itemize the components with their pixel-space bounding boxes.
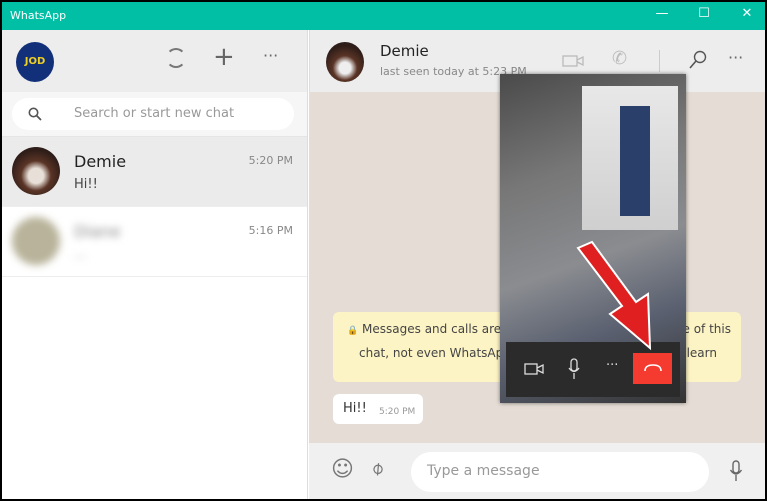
contact-name: Demie <box>380 42 429 60</box>
phone-in-preview <box>620 106 650 216</box>
message-bubble-incoming[interactable]: Hi!! 5:20 PM <box>333 394 423 424</box>
search-icon <box>28 107 42 121</box>
self-view-preview <box>582 86 678 230</box>
video-call-icon[interactable] <box>562 54 584 68</box>
emoji-icon[interactable]: ☺ <box>331 457 354 482</box>
sidebar: JOD + ··· Search or start new chat Demie… <box>2 30 308 499</box>
attach-icon[interactable]: ⌀ <box>367 457 389 480</box>
voice-call-icon[interactable]: ✆ <box>612 48 627 69</box>
chat-name: Demie <box>74 152 127 171</box>
profile-avatar[interactable]: JOD <box>16 42 54 82</box>
hang-up-icon <box>644 364 662 372</box>
camera-toggle-icon[interactable] <box>524 363 544 375</box>
contact-avatar <box>12 217 60 265</box>
search-area: Search or start new chat <box>2 92 307 137</box>
contact-avatar <box>12 147 60 195</box>
red-arrow-annotation <box>576 240 652 351</box>
message-input[interactable]: Type a message <box>411 452 709 492</box>
notice-text: chat, not even WhatsApp, <box>359 346 515 360</box>
chat-time: 5:16 PM <box>248 224 293 237</box>
microphone-icon[interactable] <box>729 460 743 482</box>
window-title: WhatsApp <box>10 9 67 22</box>
mute-microphone-icon[interactable] <box>568 358 580 380</box>
message-text: Hi!! <box>343 401 367 416</box>
maximize-button[interactable]: ☐ <box>694 6 714 21</box>
sidebar-header: JOD + ··· <box>2 30 307 92</box>
call-more-icon[interactable]: ··· <box>606 358 618 373</box>
chat-time: 5:20 PM <box>248 154 293 167</box>
chat-name: Diane <box>74 222 121 241</box>
lock-icon: 🔒 <box>347 326 359 336</box>
minimize-button[interactable]: — <box>652 6 672 21</box>
chat-last-message: ... <box>74 247 87 262</box>
notice-text: learn <box>686 346 717 360</box>
new-chat-icon[interactable]: + <box>213 44 235 70</box>
search-messages-icon[interactable] <box>688 50 708 70</box>
conversation-menu-icon[interactable]: ··· <box>728 48 743 67</box>
title-bar: WhatsApp — ☐ ✕ <box>2 2 765 30</box>
menu-icon[interactable]: ··· <box>263 46 278 65</box>
contact-avatar[interactable] <box>326 42 364 82</box>
header-divider <box>659 50 660 72</box>
status-icon[interactable] <box>166 48 186 68</box>
message-placeholder: Type a message <box>427 463 540 479</box>
notice-text: e of this <box>682 322 731 336</box>
message-time: 5:20 PM <box>379 407 416 417</box>
whatsapp-window: WhatsApp — ☐ ✕ JOD + ··· Search or start… <box>2 2 765 499</box>
profile-initials: JOD <box>24 56 46 67</box>
chat-list-item[interactable]: Demie Hi!! 5:20 PM <box>2 137 307 207</box>
search-input[interactable]: Search or start new chat <box>12 98 294 130</box>
chat-list-item[interactable]: Diane ... 5:16 PM <box>2 207 307 277</box>
close-button[interactable]: ✕ <box>737 6 757 21</box>
chat-last-message: Hi!! <box>74 177 98 192</box>
search-placeholder: Search or start new chat <box>74 106 235 121</box>
composer: ☺ ⌀ Type a message <box>309 443 765 499</box>
